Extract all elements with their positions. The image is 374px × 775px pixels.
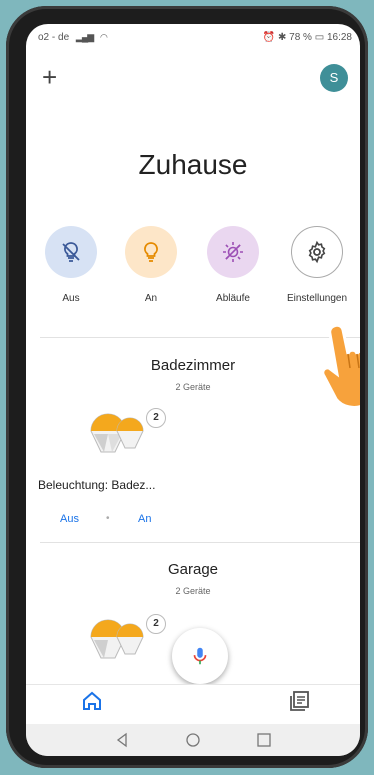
- gear-icon: [291, 226, 343, 278]
- room-device-count: 2 Geräte: [175, 382, 211, 392]
- room-title: Garage: [167, 561, 219, 578]
- battery-percent: 78 %: [289, 32, 312, 43]
- plus-icon[interactable]: +: [42, 64, 57, 90]
- recents-icon[interactable]: [256, 732, 272, 748]
- device-label[interactable]: Beleuchtung: Badez...: [38, 478, 155, 492]
- quick-action-label: Abläufe: [216, 293, 250, 304]
- room-device-count: 2 Geräte: [175, 586, 211, 596]
- feed-icon[interactable]: [288, 689, 312, 713]
- separator-dot: •: [106, 513, 110, 524]
- device-count-badge: 2: [146, 408, 166, 428]
- status-bar: o2 - de ▂▄▆ ◠ ⏰ ✱ 78 % ▭ 16:28: [26, 24, 360, 50]
- lightbulb-off-icon: [45, 226, 97, 278]
- routine-sun-icon: [207, 226, 259, 278]
- room-title: Badezimmer: [150, 357, 236, 374]
- light-on-button[interactable]: An: [138, 513, 151, 525]
- device-count-badge: 2: [146, 614, 166, 634]
- lightbulb-icon: [125, 226, 177, 278]
- page-title: Zuhause: [138, 149, 248, 180]
- signal-icon: ▂▄▆: [75, 32, 94, 42]
- avatar[interactable]: S: [320, 64, 348, 92]
- battery-icon: ▭: [314, 32, 325, 43]
- quick-action-label: Aus: [62, 293, 80, 304]
- alarm-icon: ⏰: [262, 32, 276, 43]
- wifi-icon: ◠: [99, 32, 108, 42]
- phone-frame: o2 - de ▂▄▆ ◠ ⏰ ✱ 78 % ▭ 16:28 + S Zuhau…: [6, 6, 368, 768]
- divider: [40, 337, 360, 338]
- carrier-label: o2 - de: [38, 32, 70, 43]
- microphone-button[interactable]: [172, 628, 228, 684]
- quick-action-on[interactable]: An: [116, 226, 186, 304]
- home-circle-icon[interactable]: [185, 732, 201, 748]
- home-icon[interactable]: [80, 689, 104, 713]
- quick-action-routines[interactable]: Abläufe: [198, 226, 268, 304]
- quick-action-label: Einstellungen: [286, 293, 348, 304]
- bluetooth-icon: ✱: [277, 32, 287, 43]
- microphone-icon: [193, 647, 207, 665]
- app-screen: o2 - de ▂▄▆ ◠ ⏰ ✱ 78 % ▭ 16:28 + S Zuhau…: [26, 24, 360, 756]
- system-navigation-bar: [26, 724, 360, 756]
- status-time: 16:28: [326, 32, 352, 43]
- bottom-navigation: [26, 684, 360, 725]
- light-off-button[interactable]: Aus: [60, 513, 79, 525]
- quick-action-label: An: [144, 293, 158, 304]
- back-icon[interactable]: [114, 732, 130, 748]
- divider: [40, 542, 360, 543]
- quick-action-off[interactable]: Aus: [36, 226, 106, 304]
- pointing-hand-icon: [321, 323, 360, 409]
- quick-action-settings[interactable]: Einstellungen: [282, 226, 352, 304]
